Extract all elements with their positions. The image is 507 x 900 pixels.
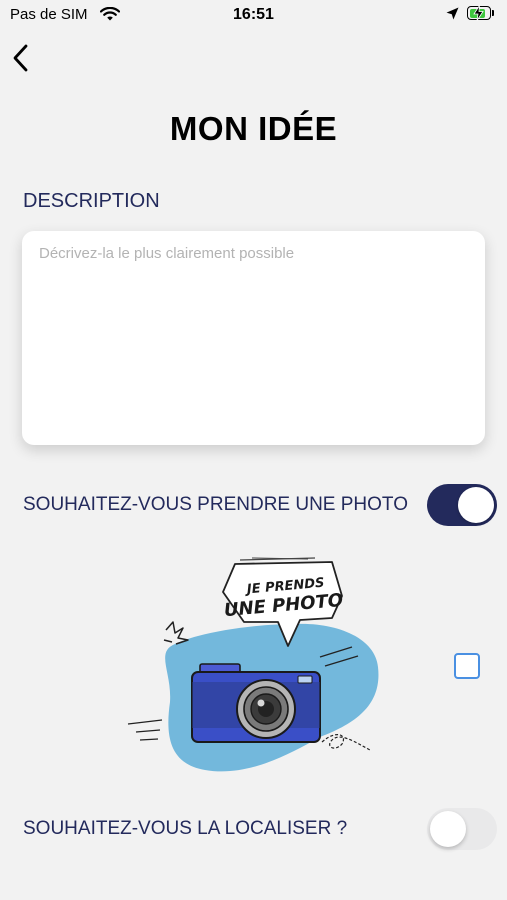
page-title: MON IDÉE xyxy=(169,110,338,147)
location-toggle[interactable] xyxy=(427,808,497,850)
battery-cap xyxy=(492,10,494,16)
camera-illustration: JE PRENDS UNE PHOTO xyxy=(127,557,379,772)
description-box xyxy=(22,231,485,445)
description-label: DESCRIPTION xyxy=(23,190,160,212)
chevron-left-icon xyxy=(13,44,28,72)
status-bar: Pas de SIM 16:51 xyxy=(0,0,507,30)
location-arrow-icon xyxy=(446,7,459,25)
charging-bolt-icon xyxy=(473,5,484,26)
camera-drawing xyxy=(191,663,321,743)
location-question-label: SOUHAITEZ-VOUS LA LOCALISER ? xyxy=(23,818,348,839)
burst-icon xyxy=(163,621,189,645)
photo-toggle-knob xyxy=(458,487,494,523)
location-toggle-knob xyxy=(430,811,466,847)
photo-question-label: SOUHAITEZ-VOUS PRENDRE UNE PHOTO xyxy=(23,494,408,515)
back-button[interactable] xyxy=(10,43,32,73)
photo-checkbox[interactable] xyxy=(454,653,480,679)
status-time: 16:51 xyxy=(233,6,274,23)
photo-toggle[interactable] xyxy=(427,484,497,526)
description-input[interactable] xyxy=(39,245,468,431)
